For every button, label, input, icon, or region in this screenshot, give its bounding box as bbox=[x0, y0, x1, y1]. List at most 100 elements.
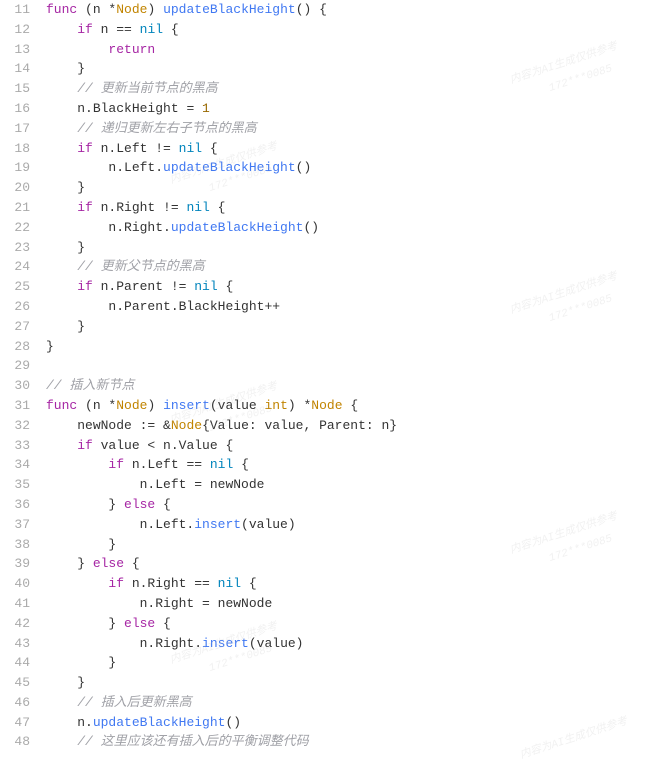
token-op: } bbox=[108, 537, 116, 552]
line-number: 36 bbox=[0, 495, 30, 515]
token-op: { bbox=[210, 200, 226, 215]
code-line: } bbox=[46, 337, 647, 357]
token-bool: nil bbox=[210, 457, 233, 472]
code-line: func (n *Node) insert(value int) *Node { bbox=[46, 396, 647, 416]
token-op: = bbox=[179, 101, 202, 116]
line-number: 25 bbox=[0, 277, 30, 297]
token-op: () bbox=[225, 715, 241, 730]
code-line: } else { bbox=[46, 554, 647, 574]
token-cmt: // 更新当前节点的黑高 bbox=[77, 81, 217, 96]
token-op: (value bbox=[210, 398, 265, 413]
token-id: n.Right. bbox=[140, 636, 202, 651]
code-line: n.Left.updateBlackHeight() bbox=[46, 158, 647, 178]
code-line: n.Left.insert(value) bbox=[46, 515, 647, 535]
code-line: if n.Left != nil { bbox=[46, 139, 647, 159]
token-op: { bbox=[241, 576, 257, 591]
token-kw: func bbox=[46, 2, 77, 17]
token-op: n.Right != bbox=[93, 200, 187, 215]
token-kw: else bbox=[124, 616, 155, 631]
token-kw: if bbox=[108, 457, 124, 472]
token-id: newNode := & bbox=[77, 418, 171, 433]
line-number: 48 bbox=[0, 732, 30, 752]
token-id: n.Left. bbox=[108, 160, 163, 175]
line-number: 35 bbox=[0, 475, 30, 495]
token-op: (n * bbox=[77, 398, 116, 413]
token-op: () { bbox=[296, 2, 327, 17]
token-type: Node bbox=[311, 398, 342, 413]
code-line: n.BlackHeight = 1 bbox=[46, 99, 647, 119]
code-line: n.Right.insert(value) bbox=[46, 634, 647, 654]
token-type: int bbox=[264, 398, 287, 413]
token-fn: updateBlackHeight bbox=[171, 220, 304, 235]
line-number: 34 bbox=[0, 455, 30, 475]
token-op: } bbox=[77, 556, 93, 571]
line-number: 18 bbox=[0, 139, 30, 159]
token-kw: else bbox=[93, 556, 124, 571]
code-line bbox=[46, 356, 647, 376]
token-op: ) bbox=[147, 2, 163, 17]
token-op: ) * bbox=[288, 398, 311, 413]
token-op: (value) bbox=[241, 517, 296, 532]
token-id: n. bbox=[77, 715, 93, 730]
token-op: n.Left == bbox=[124, 457, 210, 472]
line-number: 37 bbox=[0, 515, 30, 535]
line-number: 45 bbox=[0, 673, 30, 693]
token-fn: insert bbox=[194, 517, 241, 532]
token-op: n.Right == bbox=[124, 576, 218, 591]
line-number: 40 bbox=[0, 574, 30, 594]
line-number: 15 bbox=[0, 79, 30, 99]
code-content[interactable]: func (n *Node) updateBlackHeight() { if … bbox=[38, 0, 647, 752]
code-line: } else { bbox=[46, 495, 647, 515]
token-op: } bbox=[77, 319, 85, 334]
token-op: } bbox=[108, 616, 124, 631]
token-kw: if bbox=[77, 141, 93, 156]
code-line: } else { bbox=[46, 614, 647, 634]
line-number: 27 bbox=[0, 317, 30, 337]
code-line: } bbox=[46, 535, 647, 555]
line-number: 31 bbox=[0, 396, 30, 416]
token-kw: if bbox=[108, 576, 124, 591]
code-line: newNode := &Node{Value: value, Parent: n… bbox=[46, 416, 647, 436]
code-line: } bbox=[46, 238, 647, 258]
token-fn: insert bbox=[202, 636, 249, 651]
code-line: if n.Right == nil { bbox=[46, 574, 647, 594]
line-number: 33 bbox=[0, 436, 30, 456]
token-kw: if bbox=[77, 279, 93, 294]
token-op: () bbox=[296, 160, 312, 175]
line-number: 28 bbox=[0, 337, 30, 357]
code-line: } bbox=[46, 178, 647, 198]
token-op: { bbox=[218, 279, 234, 294]
token-bool: nil bbox=[140, 22, 163, 37]
code-line: n.Left = newNode bbox=[46, 475, 647, 495]
line-number: 41 bbox=[0, 594, 30, 614]
token-bool: nil bbox=[186, 200, 209, 215]
line-number: 23 bbox=[0, 238, 30, 258]
token-fn: updateBlackHeight bbox=[163, 2, 296, 17]
token-cmt: // 这里应该还有插入后的平衡调整代码 bbox=[77, 734, 308, 749]
code-line: if n.Left == nil { bbox=[46, 455, 647, 475]
token-kw: else bbox=[124, 497, 155, 512]
line-number: 42 bbox=[0, 614, 30, 634]
code-block: 1112131415161718192021222324252627282930… bbox=[0, 0, 647, 752]
token-fn: insert bbox=[163, 398, 210, 413]
token-op: n.Parent != bbox=[93, 279, 194, 294]
token-type: Node bbox=[116, 2, 147, 17]
line-number: 19 bbox=[0, 158, 30, 178]
token-op: } bbox=[108, 497, 124, 512]
token-cmt: // 更新父节点的黑高 bbox=[77, 259, 204, 274]
line-number: 29 bbox=[0, 356, 30, 376]
token-id: n.Parent.BlackHeight++ bbox=[108, 299, 280, 314]
token-op: (value) bbox=[249, 636, 304, 651]
token-op: (n * bbox=[77, 2, 116, 17]
token-cmt: // 插入新节点 bbox=[46, 378, 134, 393]
line-number: 39 bbox=[0, 554, 30, 574]
line-number: 43 bbox=[0, 634, 30, 654]
token-op: n.Left != bbox=[93, 141, 179, 156]
token-id: n.Right = newNode bbox=[140, 596, 273, 611]
code-line: } bbox=[46, 317, 647, 337]
token-num: 1 bbox=[202, 101, 210, 116]
code-line: // 递归更新左右子节点的黑高 bbox=[46, 119, 647, 139]
code-line: // 更新当前节点的黑高 bbox=[46, 79, 647, 99]
code-line: n.updateBlackHeight() bbox=[46, 713, 647, 733]
line-number-gutter: 1112131415161718192021222324252627282930… bbox=[0, 0, 38, 752]
